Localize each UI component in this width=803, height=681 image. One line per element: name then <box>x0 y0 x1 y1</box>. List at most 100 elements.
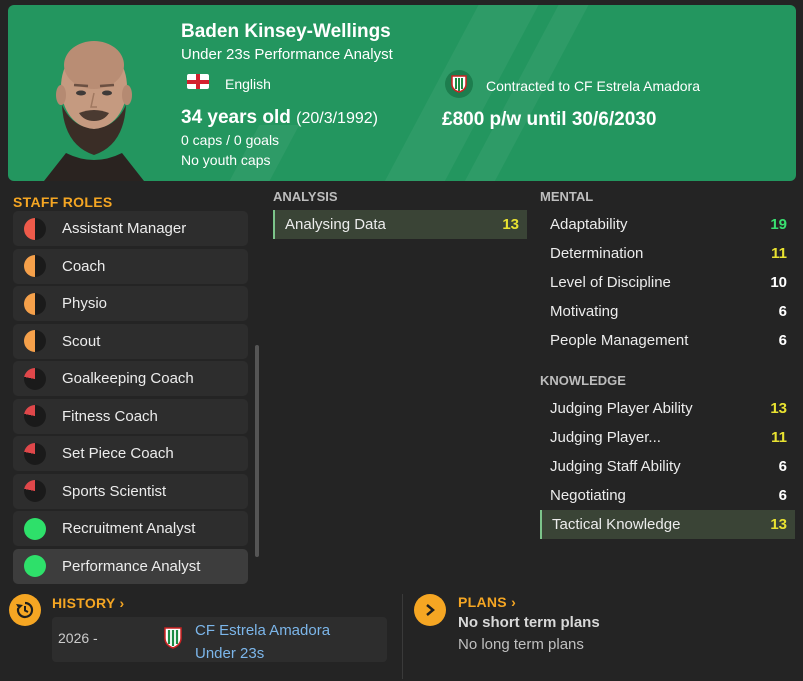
attribute-label: Negotiating <box>550 487 626 504</box>
role-sports-scientist[interactable]: Sports Scientist <box>13 473 248 509</box>
role-performance-analyst[interactable]: Performance Analyst <box>13 548 248 584</box>
contract-wage: £800 p/w until 30/6/2030 <box>442 109 657 130</box>
knowledge-title: KNOWLEDGE <box>540 373 626 388</box>
staff-roles-title: STAFF ROLES <box>13 194 113 210</box>
role-label: Goalkeeping Coach <box>62 370 194 387</box>
attribute-label: Analysing Data <box>285 216 386 233</box>
attribute-value: 6 <box>778 458 787 475</box>
short-term-plans: No short term plans <box>458 614 600 631</box>
history-title: HISTORY <box>52 595 116 611</box>
history-club-name[interactable]: CF Estrela Amadora <box>195 619 330 642</box>
chevron-right-icon: › <box>119 595 125 611</box>
role-label: Coach <box>62 257 106 275</box>
attribute-row[interactable]: Negotiating 6 <box>540 481 795 510</box>
attribute-row[interactable]: Tactical Knowledge 13 <box>540 510 795 539</box>
role-label: Sports Scientist <box>62 482 167 500</box>
attribute-label: Tactical Knowledge <box>552 516 681 533</box>
attribute-value: 6 <box>778 303 787 320</box>
long-term-plans: No long term plans <box>458 636 584 653</box>
role-physio[interactable]: Physio <box>13 286 248 321</box>
attribute-label: People Management <box>550 332 689 349</box>
mental-attributes: Adaptability 19 Determination 11 Level o… <box>540 210 795 355</box>
role-goalkeeping-coach[interactable]: Goalkeeping Coach <box>13 361 248 396</box>
role-rating-medium-icon <box>24 255 46 277</box>
role-rating-poor-icon <box>24 480 46 502</box>
staff-header: Baden Kinsey-Wellings Under 23s Performa… <box>8 5 796 181</box>
role-coach[interactable]: Coach <box>13 248 248 284</box>
attribute-label: Judging Player... <box>550 429 661 446</box>
role-rating-high-icon <box>24 555 46 577</box>
attribute-label: Level of Discipline <box>550 274 671 291</box>
age-value: 34 years old <box>181 107 291 128</box>
attribute-label: Judging Staff Ability <box>550 458 681 475</box>
role-assistant-manager[interactable]: Assistant Manager <box>13 211 248 246</box>
attribute-value: 10 <box>770 274 787 291</box>
role-label: Physio <box>62 295 108 312</box>
role-label: Performance Analyst <box>62 557 201 575</box>
role-rating-medium-icon <box>24 292 46 315</box>
caps-goals: 0 caps / 0 goals <box>181 132 280 148</box>
history-year: 2026 - <box>58 630 98 646</box>
chevron-right-icon: › <box>511 594 517 610</box>
role-fitness-coach[interactable]: Fitness Coach <box>13 398 248 434</box>
attribute-value: 11 <box>771 245 787 262</box>
attribute-row[interactable]: Judging Staff Ability 6 <box>540 452 795 481</box>
knowledge-attributes: Judging Player Ability 13 Judging Player… <box>540 394 795 539</box>
roles-scrollbar[interactable] <box>255 345 259 557</box>
plans-chevron-icon[interactable] <box>414 594 446 626</box>
attribute-row[interactable]: Determination 11 <box>540 239 795 268</box>
attribute-label: Adaptability <box>550 216 628 233</box>
attribute-label: Judging Player Ability <box>550 400 693 417</box>
staff-portrait <box>44 41 144 181</box>
attribute-row[interactable]: Level of Discipline 10 <box>540 268 795 297</box>
role-label: Assistant Manager <box>62 220 187 237</box>
role-set-piece-coach[interactable]: Set Piece Coach <box>13 436 248 471</box>
analysis-title: ANALYSIS <box>273 189 338 204</box>
section-divider <box>402 594 403 679</box>
staff-job: Under 23s Performance Analyst <box>181 46 393 63</box>
history-team-name[interactable]: Under 23s <box>195 642 330 665</box>
role-rating-poor-icon <box>24 405 46 427</box>
attribute-value: 19 <box>770 216 787 233</box>
mental-title: MENTAL <box>540 189 594 204</box>
attribute-row[interactable]: Motivating 6 <box>540 297 795 326</box>
attribute-value: 13 <box>770 400 787 417</box>
england-flag-icon <box>187 74 209 89</box>
plans-link[interactable]: PLANS › <box>458 594 516 610</box>
role-label: Fitness Coach <box>62 407 158 425</box>
attribute-row[interactable]: Judging Player Ability 13 <box>540 394 795 423</box>
staff-roles-list: Assistant Manager Coach Physio Scout Goa… <box>13 211 248 586</box>
attribute-label: Motivating <box>550 303 619 320</box>
role-label: Scout <box>62 332 101 350</box>
attribute-value: 6 <box>778 332 787 349</box>
contract-status[interactable]: Contracted to CF Estrela Amadora <box>486 78 700 94</box>
attribute-row[interactable]: Adaptability 19 <box>540 210 795 239</box>
history-icon[interactable] <box>9 594 41 626</box>
attribute-label: Determination <box>550 245 644 262</box>
attribute-value: 13 <box>770 516 787 533</box>
nationality[interactable]: English <box>225 76 271 92</box>
club-crest-icon[interactable] <box>445 70 473 98</box>
role-rating-medium-icon <box>24 330 46 352</box>
history-link[interactable]: HISTORY › <box>52 595 124 611</box>
attribute-value: 13 <box>502 216 519 233</box>
staff-name: Baden Kinsey-Wellings <box>181 21 391 42</box>
attribute-row[interactable]: Judging Player... 11 <box>540 423 795 452</box>
role-rating-low-icon <box>24 217 46 240</box>
plans-title: PLANS <box>458 594 507 610</box>
youth-caps: No youth caps <box>181 152 271 168</box>
date-of-birth: (20/3/1992) <box>296 110 378 127</box>
attribute-value: 6 <box>778 487 787 504</box>
staff-age: 34 years old (20/3/1992) <box>181 107 378 129</box>
analysis-attributes: Analysing Data 13 <box>273 210 527 239</box>
attribute-row[interactable]: Analysing Data 13 <box>273 210 527 239</box>
role-rating-poor-icon <box>24 442 46 465</box>
history-club[interactable]: CF Estrela Amadora Under 23s <box>195 619 330 665</box>
club-crest-icon <box>164 627 182 649</box>
attribute-row[interactable]: People Management 6 <box>540 326 795 355</box>
role-label: Set Piece Coach <box>62 445 174 462</box>
role-rating-poor-icon <box>24 367 46 390</box>
attribute-value: 11 <box>771 429 787 446</box>
role-recruitment-analyst[interactable]: Recruitment Analyst <box>13 511 248 546</box>
role-scout[interactable]: Scout <box>13 323 248 359</box>
